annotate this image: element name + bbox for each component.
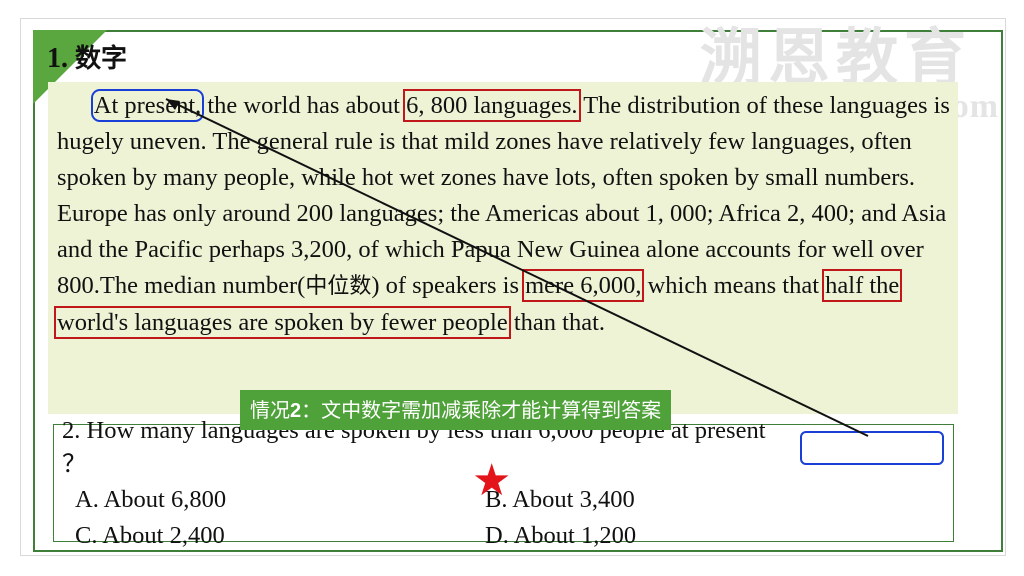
passage-text: than that. [507,309,605,336]
passage-text: ) of speakers is [371,272,526,299]
tip-banner: 情况2：文中数字需加减乘除才能计算得到答案 [240,390,672,430]
median-chinese-gloss: 中位数 [305,274,372,299]
passage-text: the world has about [201,92,407,119]
heading-title: 数字 [75,44,128,74]
option-a[interactable]: A. About 6,800 [75,486,226,514]
option-d[interactable]: D. About 1,200 [485,522,636,550]
banner-prefix: 情况 [250,398,290,422]
at-present-question-highlight [800,431,944,465]
at-present-highlight: At present, [90,89,205,122]
answer-star-icon: ★ [472,455,512,506]
passage-text: which means that [641,272,826,299]
total-languages-highlight: 6, 800 languages. [403,89,581,122]
banner-number: 2 [290,400,302,422]
banner-text: ：文中数字需加减乘除才能计算得到答案 [301,398,662,422]
question-mark: ？ [62,451,87,478]
median-speakers-highlight: mere 6,000, [522,269,645,302]
heading-number: 1. [47,43,68,74]
section-heading: 1. 数字 [47,38,127,75]
passage-text: The distribution of these languages is h… [57,92,950,299]
reading-passage: At present, the world has about 6, 800 l… [53,88,957,341]
option-c[interactable]: C. About 2,400 [75,522,225,550]
